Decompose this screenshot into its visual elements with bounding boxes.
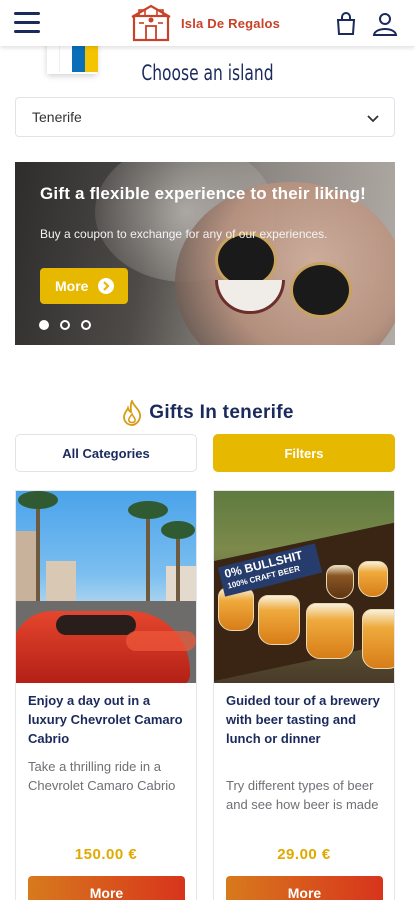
carousel-dot-3[interactable] <box>81 320 91 330</box>
carousel-dot-2[interactable] <box>60 320 70 330</box>
hero-carousel[interactable]: Gift a flexible experience to their liki… <box>15 162 395 345</box>
gifts-title: Gifts In tenerife <box>149 402 294 423</box>
filters-button[interactable]: Filters <box>213 434 395 472</box>
brand-name: Isla De Regalos <box>181 15 281 31</box>
product-more-button[interactable]: More <box>28 876 185 900</box>
chevron-down-icon <box>367 115 379 123</box>
brand-logo[interactable]: Isla De Regalos <box>131 4 280 42</box>
product-more-button[interactable]: More <box>226 876 383 900</box>
island-select[interactable]: Tenerife <box>15 97 395 137</box>
all-categories-button[interactable]: All Categories <box>15 434 197 472</box>
hero-more-label: More <box>55 278 89 294</box>
carousel-dots <box>39 320 102 330</box>
hero-subtitle: Buy a coupon to exchange for any of our … <box>40 227 328 241</box>
product-price: 150.00 € <box>74 846 138 863</box>
shopping-bag-icon[interactable] <box>334 12 358 36</box>
logo-house-icon <box>131 4 171 42</box>
product-card[interactable]: Enjoy a day out in a luxury Chevrolet Ca… <box>15 490 197 900</box>
product-description: Take a thrilling ride in a Chevrolet Cam… <box>28 759 176 793</box>
choose-island-title: Choose an island <box>141 61 274 85</box>
product-price: 29.00 € <box>277 846 331 863</box>
product-description: Try different types of beer and see how … <box>226 778 379 812</box>
island-select-value: Tenerife <box>32 109 82 125</box>
product-title[interactable]: Enjoy a day out in a luxury Chevrolet Ca… <box>28 691 188 748</box>
top-header: Isla De Regalos <box>0 0 415 46</box>
product-image-beer[interactable]: 0% BULLSHIT 100% CRAFT BEER <box>214 491 394 683</box>
gifts-heading: Gifts In tenerife <box>0 400 415 426</box>
hero-more-button[interactable]: More <box>40 268 128 304</box>
product-title[interactable]: Guided tour of a brewery with beer tasti… <box>226 691 386 748</box>
product-card[interactable]: 0% BULLSHIT 100% CRAFT BEER Guided tour … <box>213 490 395 900</box>
carousel-dot-1[interactable] <box>39 320 49 330</box>
arrow-right-circle-icon <box>98 278 114 294</box>
hero-title: Gift a flexible experience to their liki… <box>40 184 367 203</box>
hamburger-menu-icon[interactable] <box>14 12 40 34</box>
flame-icon <box>123 400 142 426</box>
user-icon[interactable] <box>372 12 398 36</box>
product-image-car[interactable] <box>16 491 196 683</box>
